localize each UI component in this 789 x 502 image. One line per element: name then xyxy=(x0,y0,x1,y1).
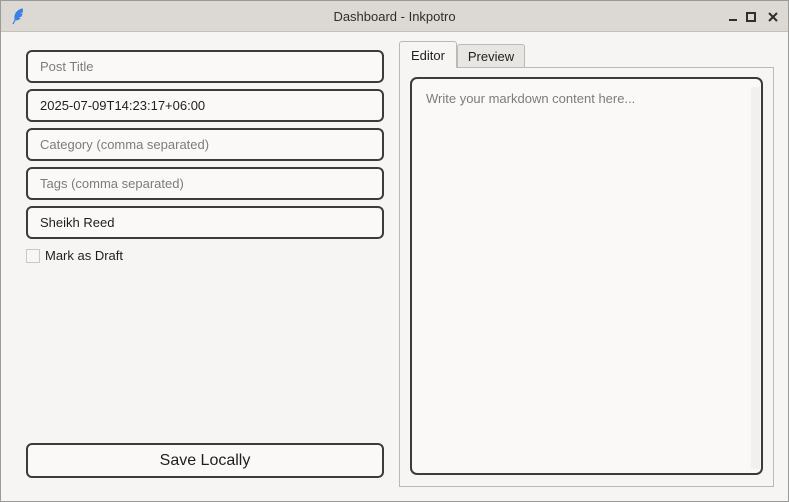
title-bar[interactable]: Dashboard - Inkpotro xyxy=(1,1,788,32)
date-input[interactable] xyxy=(26,89,384,122)
author-input[interactable] xyxy=(26,206,384,239)
post-title-input[interactable] xyxy=(26,50,384,83)
tab-preview[interactable]: Preview xyxy=(457,44,525,67)
category-input[interactable] xyxy=(26,128,384,161)
editor-scrollbar[interactable] xyxy=(751,87,760,469)
draft-checkbox[interactable] xyxy=(26,248,40,263)
window-title: Dashboard - Inkpotro xyxy=(333,9,456,24)
minimize-button[interactable] xyxy=(724,8,742,26)
tab-editor[interactable]: Editor xyxy=(399,41,457,68)
close-icon xyxy=(768,12,778,22)
minimize-icon xyxy=(729,19,737,21)
draft-option[interactable]: Mark as Draft xyxy=(26,248,123,263)
tags-input[interactable] xyxy=(26,167,384,200)
save-locally-button[interactable]: Save Locally xyxy=(26,443,384,478)
app-window: Dashboard - Inkpotro Mark as Draft Save … xyxy=(0,0,789,502)
markdown-editor[interactable] xyxy=(410,77,763,475)
maximize-icon xyxy=(746,12,756,22)
draft-label: Mark as Draft xyxy=(45,248,124,263)
close-button[interactable] xyxy=(764,8,782,26)
maximize-button[interactable] xyxy=(742,8,760,26)
